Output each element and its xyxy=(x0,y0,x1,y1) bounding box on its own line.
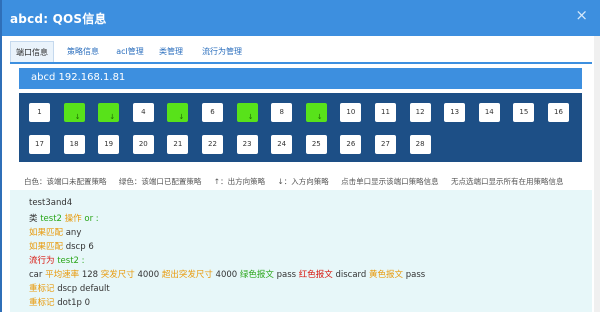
tab-bar: 端口信息 策略信息 acl管理 类管理 流行为管理 xyxy=(10,41,592,62)
port-9[interactable]: ↓ xyxy=(305,103,327,122)
red-packet-label: 红色报文 xyxy=(298,270,333,280)
port-3[interactable]: ↓ xyxy=(98,103,120,122)
behavior-label: 流行为 xyxy=(29,256,55,266)
car-prefix: car xyxy=(29,270,43,280)
dialog-titlebar: abcd: QOS信息 × xyxy=(2,0,600,36)
device-header: abcd 192.168.1.81 xyxy=(19,68,582,89)
arrow-down-icon: ↓ xyxy=(178,113,185,121)
remark-value: dot1p 0 xyxy=(57,298,91,308)
remark-value: dscp default xyxy=(57,284,110,294)
legend-white: 白色：该端口未配置策略 xyxy=(24,177,107,186)
port-22[interactable]: 22 xyxy=(202,135,223,154)
car-excess: 4000 xyxy=(215,270,238,280)
car-burst-label: 突发尺寸 xyxy=(100,270,135,280)
tab-behavior-management[interactable]: 流行为管理 xyxy=(194,41,250,62)
car-line: car 平均速率 128 突发尺寸 4000 超出突发尺寸 4000 绿色报文 … xyxy=(29,268,425,280)
match-label: 如果匹配 xyxy=(29,228,64,238)
legend-out: ↑：出方向策略 xyxy=(213,177,266,186)
arrow-down-icon: ↓ xyxy=(109,113,116,121)
tab-acl-management[interactable]: acl管理 xyxy=(110,41,150,62)
port-16[interactable]: 16 xyxy=(548,103,569,122)
legend-show-all: 无点选端口显示所有在用策略信息 xyxy=(451,177,564,186)
car-burst: 4000 xyxy=(137,270,160,280)
match-value: dscp 6 xyxy=(65,242,94,252)
port-18[interactable]: 18 xyxy=(63,135,85,154)
port-1[interactable]: 1 xyxy=(29,103,50,122)
port-26[interactable]: 26 xyxy=(340,135,362,154)
policy-info-panel: test3and4 类 test2 操作 or : 如果匹配 any 如果匹配 … xyxy=(10,190,592,312)
port-21[interactable]: 21 xyxy=(167,135,189,154)
port-13[interactable]: 13 xyxy=(444,103,466,122)
class-name: test2 xyxy=(40,214,62,224)
green-packet-label: 绿色报文 xyxy=(239,270,274,280)
arrow-down-icon: ↓ xyxy=(74,113,81,121)
class-op-value: or : xyxy=(84,214,99,224)
legend: 白色：该端口未配置策略 绿色：该端口已配置策略 ↑：出方向策略 ↓：入方向策略 … xyxy=(24,176,584,187)
car-rate-label: 平均速率 xyxy=(45,270,80,280)
port-8[interactable]: 8 xyxy=(271,103,293,122)
class-prefix: 类 xyxy=(29,214,38,224)
port-23[interactable]: 23 xyxy=(236,135,258,154)
tab-policy-info[interactable]: 策略信息 xyxy=(61,41,105,62)
port-14[interactable]: 14 xyxy=(478,103,500,122)
behavior-name: test2 : xyxy=(57,256,85,266)
port-20[interactable]: 20 xyxy=(132,135,154,154)
remark-line-2: 重标记 dot1p 0 xyxy=(29,296,90,308)
port-17[interactable]: 17 xyxy=(29,135,50,154)
green-packet-action: pass xyxy=(276,270,297,280)
port-27[interactable]: 27 xyxy=(375,135,396,154)
arrow-down-icon: ↓ xyxy=(247,113,254,121)
car-rate: 128 xyxy=(81,270,99,280)
port-28[interactable]: 28 xyxy=(409,135,431,154)
remark-label: 重标记 xyxy=(29,284,55,294)
remark-label: 重标记 xyxy=(29,298,55,308)
port-12[interactable]: 12 xyxy=(409,103,431,122)
match-label: 如果匹配 xyxy=(29,242,64,252)
yellow-packet-action: pass xyxy=(405,270,426,280)
port-10[interactable]: 10 xyxy=(340,103,362,122)
legend-green: 绿色：该端口已配置策略 xyxy=(118,177,202,186)
dialog-title: abcd: QOS信息 xyxy=(10,12,107,26)
qos-info-dialog: abcd: QOS信息 × 端口信息 策略信息 acl管理 类管理 流行为管理 … xyxy=(0,0,600,312)
scrollbar[interactable] xyxy=(594,36,600,312)
match-line-2: 如果匹配 dscp 6 xyxy=(29,240,94,252)
match-value: any xyxy=(65,228,82,238)
legend-in: ↓：入方向策略 xyxy=(277,177,329,186)
red-packet-action: discard xyxy=(335,270,367,280)
port-11[interactable]: 11 xyxy=(375,103,396,122)
port-15[interactable]: 15 xyxy=(513,103,535,122)
port-24[interactable]: 24 xyxy=(271,135,293,154)
port-19[interactable]: 19 xyxy=(98,135,120,154)
port-2[interactable]: ↓ xyxy=(63,103,85,122)
port-25[interactable]: 25 xyxy=(305,135,327,154)
remark-line-1: 重标记 dscp default xyxy=(29,282,110,294)
yellow-packet-label: 黄色报文 xyxy=(369,270,404,280)
port-7[interactable]: ↓ xyxy=(236,103,258,122)
match-line-1: 如果匹配 any xyxy=(29,226,81,238)
port-5[interactable]: ↓ xyxy=(167,103,189,122)
legend-click-single: 点击单口显示该端口策略信息 xyxy=(341,177,439,186)
port-6[interactable]: 6 xyxy=(202,103,223,122)
close-icon[interactable]: × xyxy=(575,8,588,23)
class-line: 类 test2 操作 or : xyxy=(29,212,99,224)
policy-name: test3and4 xyxy=(29,198,73,208)
behavior-line: 流行为 test2 : xyxy=(29,254,85,266)
tab-underline xyxy=(10,62,592,64)
device-name-ip: abcd 192.168.1.81 xyxy=(31,72,126,83)
car-excess-label: 超出突发尺寸 xyxy=(161,270,213,280)
port-4[interactable]: 4 xyxy=(132,103,154,122)
tab-port-info[interactable]: 端口信息 xyxy=(10,41,54,62)
port-panel: 1 ↓ ↓ 4 ↓ 6 ↓ 8 ↓ 10 11 12 13 14 15 16 17 18 19 20 21 22 23 24 2… xyxy=(19,93,582,162)
class-op-label: 操作 xyxy=(64,214,82,224)
tab-class-management[interactable]: 类管理 xyxy=(153,41,189,62)
arrow-down-icon: ↓ xyxy=(316,113,323,121)
